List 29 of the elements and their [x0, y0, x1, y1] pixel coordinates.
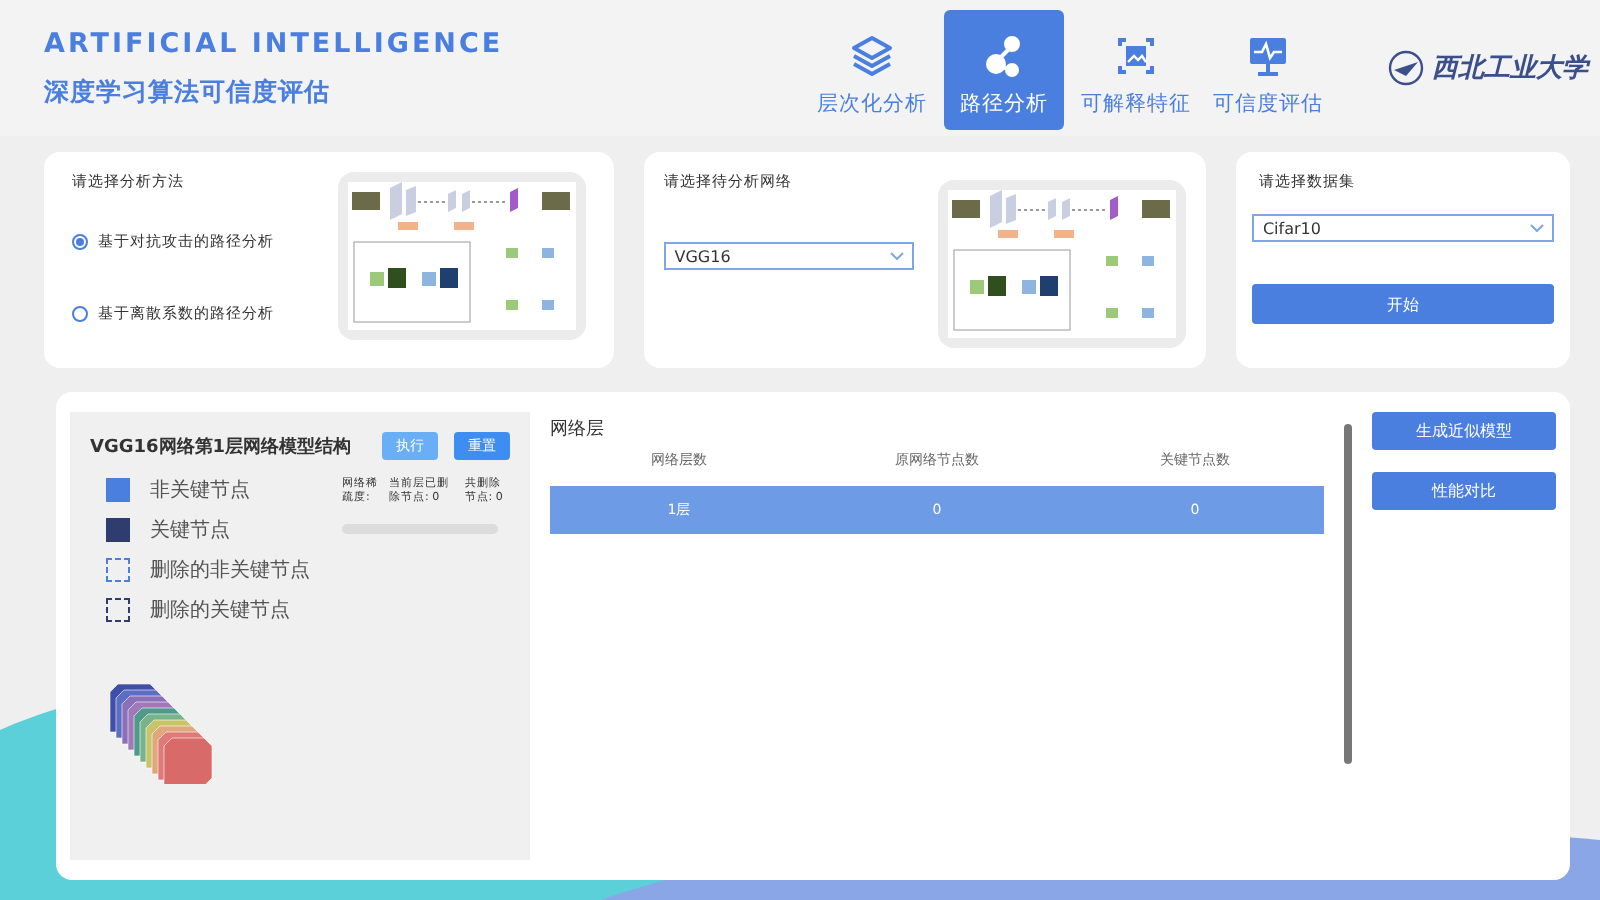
nav-tab[interactable]: 可信度评估 — [1208, 10, 1328, 130]
monitor-icon — [1246, 34, 1290, 78]
layer-stack-drawing — [110, 684, 218, 784]
logo-text: 西北工业大学 — [1432, 52, 1588, 86]
scrollbar[interactable] — [1344, 424, 1352, 764]
network-select[interactable]: VGG16 — [664, 242, 915, 270]
start-button[interactable]: 开始 — [1252, 284, 1554, 324]
generate-model-button[interactable]: 生成近似模型 — [1372, 412, 1556, 450]
layers-icon — [850, 34, 894, 78]
legend-label: 关键节点 — [150, 517, 230, 544]
legend-label: 删除的关键节点 — [150, 597, 290, 624]
app-title: ARTIFICIAL INTELLIGENCE — [44, 27, 506, 59]
nav-tab[interactable]: 可解释特征 — [1076, 10, 1196, 130]
nav-tab[interactable]: 路径分析 — [944, 10, 1064, 130]
image-icon — [1114, 34, 1158, 78]
caret-icon — [1530, 224, 1544, 232]
radio-icon[interactable] — [72, 306, 88, 322]
table-title: 网络层 — [550, 417, 606, 442]
emblem-icon — [1388, 50, 1424, 86]
legend-label: 非关键节点 — [150, 477, 250, 504]
nav-tab[interactable]: 层次化分析 — [812, 10, 932, 130]
compare-button[interactable]: 性能对比 — [1372, 472, 1556, 510]
app-subtitle: 深度学习算法可信度评估 — [44, 75, 332, 109]
legend-label: 删除的非关键节点 — [150, 557, 310, 584]
nodes-icon — [982, 34, 1026, 78]
radio-icon[interactable] — [72, 234, 88, 250]
panel-title: VGG16网络第1层网络模型结构 — [90, 434, 352, 459]
dataset-select[interactable]: Cifar10 — [1252, 214, 1554, 242]
caret-icon — [890, 252, 905, 260]
